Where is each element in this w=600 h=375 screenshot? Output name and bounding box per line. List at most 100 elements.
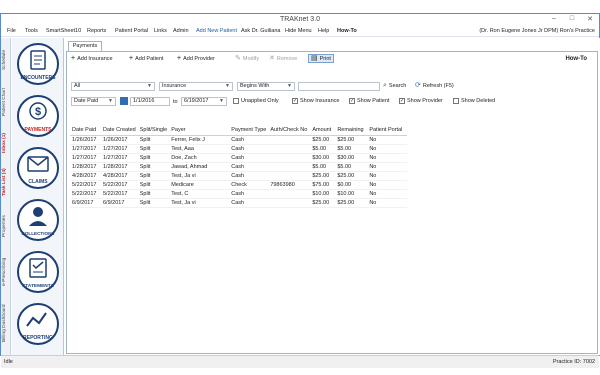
side-tab-inbox[interactable]: Inbox (1)	[2, 128, 10, 158]
side-tab-task-list[interactable]: Task List (4)	[2, 162, 10, 202]
toolbar: + Add Insurance + Add Patient + Add Prov…	[67, 52, 597, 66]
unapplied-only-checkbox[interactable]: Unapplied Only	[233, 98, 279, 104]
minimize-icon[interactable]: –	[548, 15, 560, 23]
search-input[interactable]	[298, 82, 380, 91]
date-from-field[interactable]: 1/1/2016	[130, 97, 170, 106]
match-select[interactable]: Begins With ▼	[237, 82, 295, 91]
cell-payment-type: Cash	[229, 135, 269, 145]
scope-select[interactable]: All ▼	[71, 82, 155, 91]
cell-payment-type: Cash	[229, 162, 269, 172]
menu-ask-dr-guiliana[interactable]: Ask Dr. Guiliana	[241, 28, 280, 34]
remove-button[interactable]: ✕ Remove	[269, 55, 297, 62]
cell-auth-check-no	[268, 189, 311, 199]
search-button[interactable]: ⌕ Search	[383, 82, 406, 89]
show-deleted-checkbox[interactable]: Show Deleted	[453, 98, 495, 104]
side-tab-billing-dashboard[interactable]: Billing Dashboard	[2, 298, 10, 348]
calendar-dropdown-icon: ▼	[219, 98, 224, 104]
menu-admin[interactable]: Admin	[173, 28, 189, 34]
menu-file[interactable]: File	[7, 28, 16, 34]
table-row[interactable]: 4/28/2017 4/28/2017 Split Test, Ja vi Ca…	[70, 171, 408, 181]
match-value: Begins With	[240, 83, 270, 89]
side-tab-schedule[interactable]: Schedule	[2, 42, 10, 78]
side-tab-e-prescribing[interactable]: e-Prescribing	[2, 250, 10, 294]
table-row[interactable]: 1/28/2017 1/28/2017 Split Jawad, Ahmad C…	[70, 162, 408, 172]
cell-auth-check-no	[268, 198, 311, 208]
table-row[interactable]: 1/27/2017 1/27/2017 Split Doe, Zach Cash…	[70, 153, 408, 163]
collections-icon[interactable]: COLLECTIONS	[16, 198, 60, 242]
add-patient-button[interactable]: + Add Patient	[129, 55, 164, 62]
table-row[interactable]: 1/27/2017 1/27/2017 Split Test, Aaa Cash…	[70, 144, 408, 154]
column-header-payment-type[interactable]: Payment Type	[229, 126, 269, 136]
table-row[interactable]: 5/22/2017 5/22/2017 Split Medicare Check…	[70, 180, 408, 190]
how-to-link[interactable]: How-To	[565, 56, 587, 62]
reporting-icon[interactable]: REPORTING	[16, 302, 60, 346]
cell-remaining: $25.00	[335, 135, 368, 145]
payments-icon[interactable]: $ PAYMENTS	[16, 94, 60, 138]
show-insurance-checkbox[interactable]: ✓ Show Insurance	[292, 98, 339, 104]
cell-patient-portal: No	[367, 180, 408, 190]
column-header-patient-portal[interactable]: Patient Portal	[367, 126, 408, 136]
show-patient-checkbox[interactable]: ✓ Show Patient	[349, 98, 389, 104]
add-provider-button[interactable]: + Add Provider	[177, 55, 215, 62]
menu-reports[interactable]: Reports	[87, 28, 106, 34]
column-header-remaining[interactable]: Remaining	[335, 126, 368, 136]
statements-icon[interactable]: STATEMENTS	[16, 250, 60, 294]
practice-id: Practice ID: 7002	[552, 359, 595, 365]
cell-date-paid: 5/22/2017	[70, 189, 101, 199]
cell-date-paid: 4/28/2017	[70, 171, 101, 181]
encounters-icon[interactable]: ENCOUNTERS	[16, 42, 60, 86]
plus-icon: +	[177, 55, 182, 62]
column-header-amount[interactable]: Amount	[310, 126, 336, 136]
cell-payer: Test, Ja vi	[169, 198, 230, 208]
chevron-down-icon: ▼	[225, 83, 230, 89]
refresh-button[interactable]: ⟳ Refresh (F5)	[415, 82, 454, 89]
cell-amount: $30.00	[310, 153, 336, 163]
tab-payments[interactable]: Payments	[68, 41, 102, 51]
calendar-icon[interactable]	[120, 97, 128, 105]
menu-hide-menu[interactable]: Hide Menu	[285, 28, 312, 34]
app-window: TRAKnet 3.0 – □ ✕ File Tools SmartSheet1…	[0, 13, 600, 368]
cell-split-single: Split	[137, 144, 170, 154]
date-to-value: 6/19/2017	[184, 98, 209, 104]
column-header-date-created[interactable]: Date Created	[101, 126, 138, 136]
column-header-date-paid[interactable]: Date Paid	[70, 126, 101, 136]
plus-icon: +	[129, 55, 134, 62]
cell-date-created: 1/27/2017	[101, 144, 138, 154]
menu-patient-portal[interactable]: Patient Portal	[115, 28, 148, 34]
add-insurance-button[interactable]: + Add Insurance	[71, 55, 113, 62]
claims-icon[interactable]: CLAIMS	[16, 146, 60, 190]
print-label: Print	[319, 55, 331, 62]
menu-add-new-patient[interactable]: Add New Patient	[196, 28, 237, 34]
menu-tools[interactable]: Tools	[25, 28, 38, 34]
svg-text:$: $	[35, 106, 41, 118]
date-field-select[interactable]: Date Paid ▼	[71, 97, 116, 106]
payments-table: Date Paid Date Created Split/Single Paye…	[70, 126, 408, 208]
column-header-payer[interactable]: Payer	[169, 126, 230, 136]
menu-help[interactable]: Help	[318, 28, 329, 34]
nav-label-reporting: REPORTING	[23, 335, 53, 341]
table-row[interactable]: 5/22/2017 5/22/2017 Split Test, C Cash $…	[70, 189, 408, 199]
side-tab-patient-chart[interactable]: Patient Chart	[2, 82, 10, 122]
show-provider-checkbox[interactable]: ✓ Show Provider	[399, 98, 443, 104]
cell-auth-check-no	[268, 135, 311, 145]
menu-links[interactable]: Links	[154, 28, 167, 34]
table-row[interactable]: 1/26/2017 1/26/2017 Split Ferrer, Felix …	[70, 135, 408, 145]
cell-patient-portal: No	[367, 144, 408, 154]
column-header-split-single[interactable]: Split/Single	[137, 126, 170, 136]
cell-date-created: 4/28/2017	[101, 171, 138, 181]
menu-smartsheet[interactable]: SmartSheet10	[46, 28, 81, 34]
close-icon[interactable]: ✕	[584, 15, 596, 23]
cell-date-created: 5/22/2017	[101, 189, 138, 199]
modify-button[interactable]: ✎ Modify	[235, 55, 259, 62]
maximize-icon[interactable]: □	[566, 15, 578, 23]
printer-icon: ▤	[311, 55, 318, 62]
print-button[interactable]: ▤ Print	[308, 54, 334, 63]
menu-how-to[interactable]: How-To	[337, 28, 357, 34]
table-row[interactable]: 6/9/2017 6/9/2017 Split Test, Ja vi Cash…	[70, 198, 408, 208]
cell-date-paid: 1/28/2017	[70, 162, 101, 172]
cell-payment-type: Cash	[229, 153, 269, 163]
side-tab-properties[interactable]: Properties	[2, 208, 10, 244]
type-select[interactable]: Insurance ▼	[159, 82, 233, 91]
column-header-auth-check-no[interactable]: Auth/Check No	[268, 126, 311, 136]
date-to-field[interactable]: 6/19/2017 ▼	[181, 97, 227, 106]
